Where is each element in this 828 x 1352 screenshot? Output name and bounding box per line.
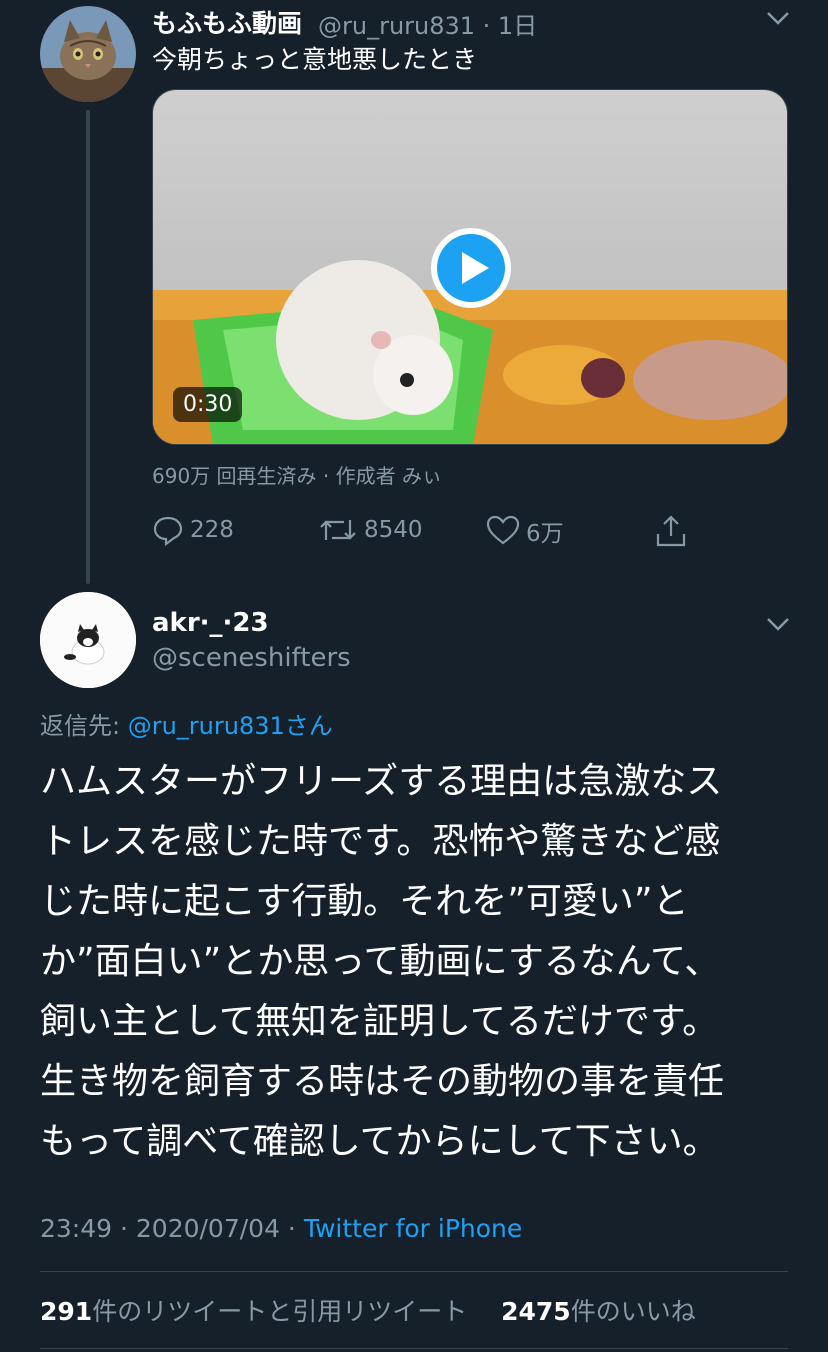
thread-connector-line	[86, 110, 90, 584]
like-action[interactable]: 6万	[486, 514, 564, 548]
share-action[interactable]	[654, 514, 688, 548]
source-link[interactable]: Twitter for iPhone	[304, 1214, 522, 1243]
reply-body-line: ハムスターがフリーズする理由は急激なス	[40, 761, 723, 802]
heart-icon	[486, 515, 520, 545]
video-player[interactable]: 0:30	[152, 89, 788, 445]
retweet-stats[interactable]: 291件のリツイートと引用リツイート	[40, 1297, 467, 1326]
tweet-meta: 23:49 · 2020/07/04 · Twitter for iPhone	[40, 1214, 522, 1243]
reply-body-line: じた時に起こす行動。それを”可愛い”と	[40, 881, 689, 922]
reply-body-line: 生き物を飼育する時はその動物の事を責任	[40, 1061, 725, 1102]
replying-label: 返信先:	[40, 712, 128, 740]
reply-avatar[interactable]	[40, 592, 136, 688]
divider	[40, 1271, 788, 1272]
display-name[interactable]: もふもふ動画	[152, 4, 302, 40]
reply-display-name[interactable]: akr·_·23	[152, 608, 269, 638]
reply-body-line: か”面白い”とか思って動画にするなんて、	[40, 941, 721, 982]
likes-label: 件のいいね	[570, 1297, 696, 1326]
play-icon	[437, 234, 505, 302]
reply-body-line: もって調べて確認してからにして下さい。	[40, 1121, 719, 1162]
reply-action[interactable]: 228	[152, 514, 234, 546]
share-icon	[656, 515, 686, 547]
retweet-action[interactable]: 8540	[318, 514, 423, 546]
like-stats[interactable]: 2475件のいいね	[501, 1297, 696, 1326]
divider	[40, 1348, 788, 1349]
chevron-down-icon[interactable]	[764, 610, 792, 644]
retweets-number: 291	[40, 1297, 93, 1326]
retweet-count: 8540	[364, 517, 423, 543]
video-duration: 0:30	[173, 387, 243, 422]
tweet-text: 今朝ちょっと意地悪したとき	[152, 45, 478, 74]
view-count: 690万 回再生済み · 作成者 みぃ	[152, 464, 442, 488]
engagement-stats: 291件のリツイートと引用リツイート 2475件のいいね	[40, 1292, 696, 1328]
reply-count: 228	[190, 517, 234, 543]
handle-and-time[interactable]: @ru_ruru831 · 1日	[318, 6, 537, 41]
retweet-icon	[320, 520, 356, 540]
replying-to: 返信先: @ru_ruru831さん	[40, 706, 333, 741]
retweets-label: 件のリツイートと引用リツイート	[92, 1297, 468, 1326]
like-count: 6万	[526, 521, 564, 547]
reply-body-line: 飼い主として無知を証明してるだけです。	[40, 1001, 719, 1042]
cat-avatar[interactable]	[40, 6, 136, 102]
reply-body: ハムスターがフリーズする理由は急激なス トレスを感じた時です。恐怖や驚きなど感 …	[40, 752, 800, 1172]
reply-icon	[153, 516, 183, 546]
reply-handle[interactable]: @sceneshifters	[152, 643, 351, 673]
timestamp[interactable]: 23:49 · 2020/07/04 ·	[40, 1214, 304, 1243]
chevron-down-icon[interactable]	[764, 4, 792, 38]
reply-body-line: トレスを感じた時です。恐怖や驚きなど感	[40, 821, 721, 862]
play-button[interactable]	[431, 228, 511, 308]
replying-to-link[interactable]: @ru_ruru831さん	[128, 712, 333, 740]
likes-number: 2475	[501, 1297, 571, 1326]
